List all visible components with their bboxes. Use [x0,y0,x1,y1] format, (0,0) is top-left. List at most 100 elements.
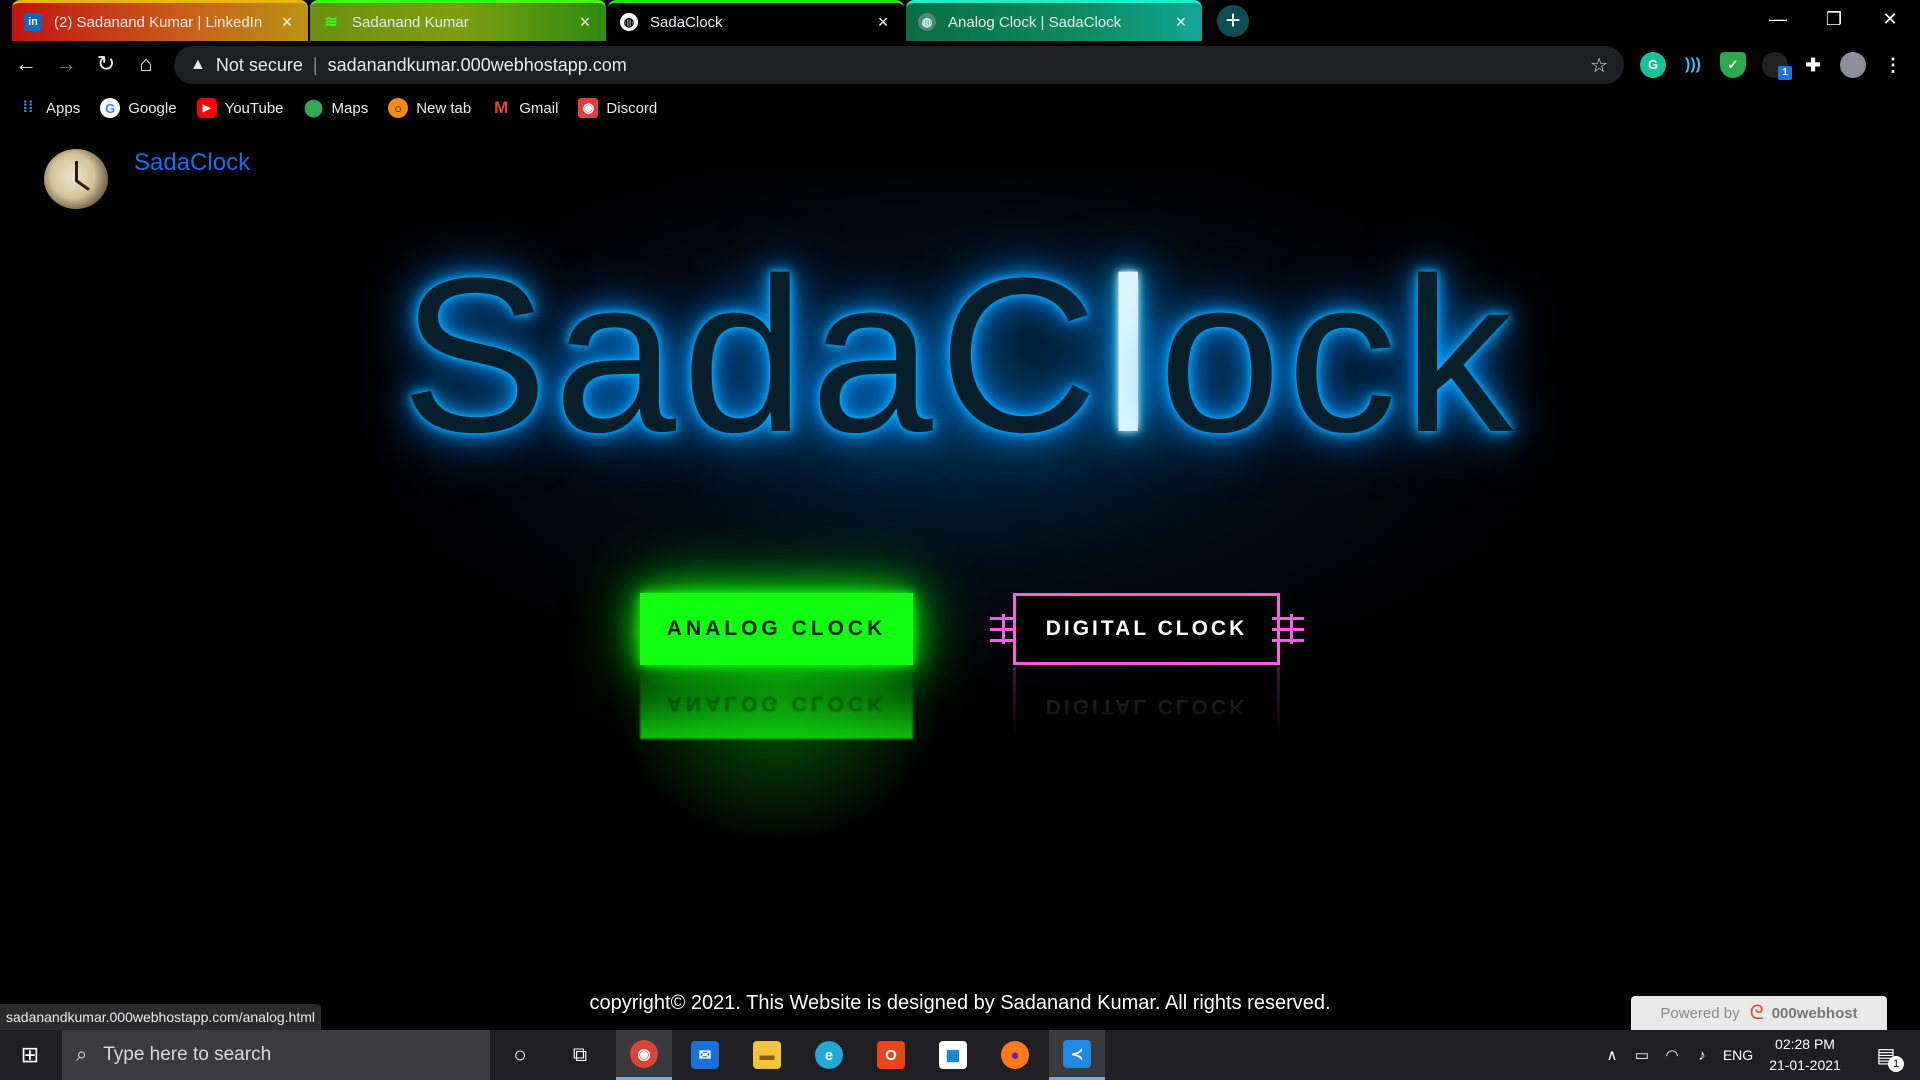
tab-strip: in (2) Sadanand Kumar | LinkedIn × ≋ Sad… [0,0,1920,41]
windows-start-icon[interactable]: ⊞ [0,1030,60,1080]
store-icon[interactable]: ▦ [925,1030,981,1080]
security-label: Not secure [215,54,303,75]
divider: | [312,54,318,75]
file-explorer-icon[interactable]: ▬ [739,1030,795,1080]
minimize-icon[interactable]: — [1750,0,1806,41]
bookmark-label: Gmail [519,99,559,117]
right-bracket-decoration [1272,614,1304,644]
tab-linkedin[interactable]: in (2) Sadanand Kumar | LinkedIn × [12,0,308,41]
clock-logo[interactable] [44,149,108,209]
bookmark-discord[interactable]: ◉ Discord [578,98,657,118]
brand-link[interactable]: SadaClock [134,149,250,177]
bookmark-star-icon[interactable]: ☆ [1590,53,1608,78]
webhost-logo-icon: ᘓ [1749,1001,1764,1024]
tab-title: Analog Clock | SadaClock [948,13,1122,31]
notification-count: 1 [1888,1056,1904,1072]
close-icon[interactable]: × [874,12,892,33]
bookmark-apps[interactable]: ⁞⁞ Apps [18,98,81,118]
youtube-icon: ▶ [196,98,217,118]
battery-icon[interactable]: ▭ [1628,1030,1656,1080]
discord-icon: ◉ [578,98,599,118]
digital-clock-button[interactable]: DIGITAL CLOCK [1013,593,1280,665]
bookmark-youtube[interactable]: ▶ YouTube [196,98,284,118]
bookmark-label: Google [128,99,177,117]
notification-icon[interactable]: ▤ 1 [1864,1030,1908,1080]
linkedin-icon: in [24,13,42,31]
google-icon: G [100,98,121,118]
maps-pin-icon: ⬤ [304,98,324,117]
read-aloud-icon[interactable]: ))) [1680,52,1706,78]
menu-icon[interactable]: ⋮ [1880,52,1906,78]
bookmark-label: Maps [331,99,369,117]
powered-by-badge[interactable]: Powered by ᘓ 000webhost [1631,996,1887,1030]
grammarly-icon[interactable]: G [1640,52,1666,78]
bookmark-google[interactable]: G Google [100,98,177,118]
chrome-icon[interactable]: ◉ [616,1030,672,1080]
tab-title: Sadanand Kumar [352,13,469,31]
page-content: SadaClock SadaClock ANALOG CLOCK ANALOG … [0,127,1920,1030]
hero-lit-letter: l [1103,232,1159,478]
bookmark-label: Apps [46,99,81,117]
home-icon[interactable]: ⌂ [128,47,164,83]
extension-badge-icon[interactable]: 1 [1762,52,1792,80]
taskbar-search[interactable]: ⌕ Type here to search [62,1030,490,1080]
clock-hand [75,161,78,181]
tab-title: SadaClock [650,13,723,31]
clock-time: 02:28 PM [1775,1036,1835,1052]
task-view-icon[interactable]: ⧉ [552,1030,608,1080]
forward-icon[interactable]: → [48,47,84,83]
edge-icon[interactable]: e [801,1030,857,1080]
clock-date: 21-01-2021 [1769,1057,1841,1073]
tab-analog-clock[interactable]: ◍ Analog Clock | SadaClock × [906,0,1202,41]
tab-sadanand-kumar[interactable]: ≋ Sadanand Kumar × [310,0,606,41]
volume-icon[interactable]: ♪ [1688,1030,1716,1080]
powered-label: Powered by [1660,1004,1740,1022]
analog-clock-button[interactable]: ANALOG CLOCK [640,593,913,665]
globe-icon: ◍ [918,13,936,31]
host-name: 000webhost [1771,1004,1858,1022]
address-bar[interactable]: ▲ Not secure | sadanandkumar.000webhosta… [174,46,1624,84]
avatar[interactable] [1840,52,1866,78]
close-window-icon[interactable]: ✕ [1862,0,1918,41]
taskbar-clock[interactable]: 02:28 PM 21-01-2021 [1755,1034,1855,1076]
search-placeholder: Type here to search [103,1044,272,1065]
wifi-icon[interactable]: ◠ [1658,1030,1686,1080]
bookmark-label: YouTube [224,99,284,117]
url-text: sadanandkumar.000webhostapp.com [327,54,627,75]
vscode-icon[interactable]: ≺ [1049,1030,1105,1080]
show-hidden-icons-icon[interactable]: ∧ [1598,1030,1626,1080]
bookmark-maps[interactable]: ⬤ Maps [304,98,369,118]
gmail-icon: M [494,98,509,117]
restore-icon[interactable]: ❐ [1806,0,1862,41]
site-icon: ≋ [324,14,338,31]
hero-title: SadaClock [0,245,1920,465]
firefox-icon[interactable]: ● [987,1030,1043,1080]
bookmark-label: New tab [416,99,472,117]
cortana-icon[interactable]: ○ [492,1030,548,1080]
office-icon[interactable]: O [863,1030,919,1080]
badge-count: 1 [1778,66,1792,80]
back-icon[interactable]: ← [8,47,44,83]
toolbar: ← → ↻ ⌂ ▲ Not secure | sadanandkumar.000… [0,41,1920,89]
mail-icon[interactable]: ✉ [677,1030,733,1080]
close-icon[interactable]: × [576,12,594,33]
language-indicator[interactable]: ENG [1720,1030,1756,1080]
reload-icon[interactable]: ↻ [88,47,124,83]
close-icon[interactable]: × [278,12,296,33]
warning-icon: ▲ [190,56,206,73]
tab-title: (2) Sadanand Kumar | LinkedIn [54,13,263,31]
search-icon: ⌕ [76,1043,88,1066]
new-tab-button[interactable]: + [1217,5,1249,37]
hero-text-end: ock [1158,232,1519,478]
status-bubble: sadanandkumar.000webhostapp.com/analog.h… [0,1004,321,1030]
close-icon[interactable]: × [1172,12,1190,33]
tab-sadaclock[interactable]: ◍ SadaClock × [608,0,904,41]
bookmark-new-tab[interactable]: ○ New tab [388,98,471,118]
bookmark-gmail[interactable]: M Gmail [491,98,558,118]
analog-button-reflection: ANALOG CLOCK [640,667,913,739]
taskbar: ⊞ ⌕ Type here to search ○ ⧉ ◉ ✉ ▬ e O ▦ … [0,1030,1920,1080]
puzzle-icon[interactable]: ✚ [1800,52,1826,78]
hero-text-start: SadaC [401,232,1104,478]
shield-icon[interactable]: ✓ [1720,52,1746,78]
bookmarks-bar: ⁞⁞ Apps G Google ▶ YouTube ⬤ Maps ○ New … [0,89,1920,127]
